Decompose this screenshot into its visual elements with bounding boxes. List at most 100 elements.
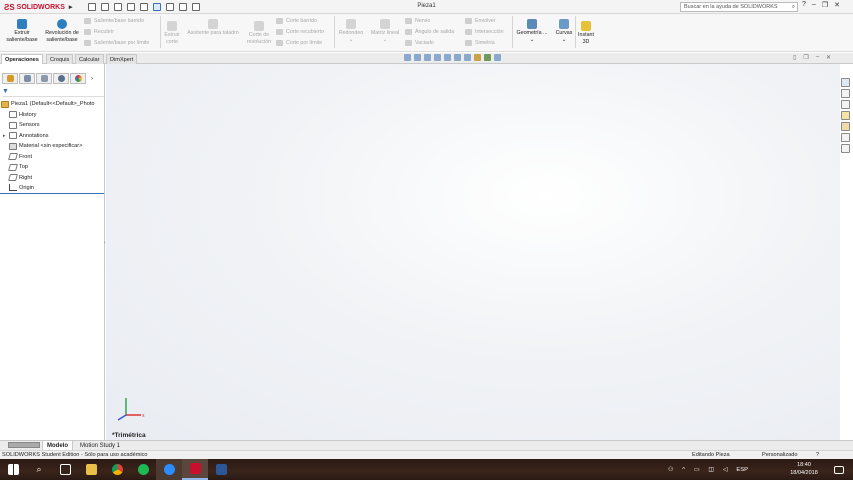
help-button[interactable]: ? — [802, 1, 806, 9]
close-button[interactable]: ✕ — [834, 1, 840, 9]
tree-root[interactable]: Pieza1 (Default<<Default>_Photo — [0, 99, 104, 110]
view-orientation-icon[interactable] — [444, 54, 451, 61]
tree-item-front-plane[interactable]: Front — [0, 152, 104, 163]
filter-icon[interactable]: ▼ — [2, 88, 9, 95]
graphics-area[interactable] — [106, 64, 840, 440]
rib-button[interactable]: Nervio — [405, 18, 430, 24]
tree-item-origin[interactable]: Origin — [0, 183, 104, 194]
origin-icon — [9, 184, 17, 192]
file-explorer-button[interactable] — [78, 459, 104, 480]
network-icon[interactable]: ◫ — [708, 467, 713, 473]
volume-icon[interactable]: ◁ — [723, 467, 727, 473]
help-search-input[interactable]: Buscar en la ayuda de SOLIDWORKS ⌕ — [680, 2, 798, 12]
section-view-icon[interactable] — [434, 54, 441, 61]
zoom-to-fit-icon[interactable] — [404, 54, 411, 61]
tree-item-top-plane[interactable]: Top — [0, 162, 104, 173]
tree-filter[interactable]: ▼ — [2, 88, 104, 97]
boundary-cut-button[interactable]: Corte por límite — [276, 40, 322, 46]
revolved-cut-button[interactable]: Corte de revolución — [244, 21, 274, 45]
wrap-button[interactable]: Envolver — [465, 18, 496, 24]
tab-dimxpert[interactable]: DimXpert — [106, 54, 138, 64]
minimize-button[interactable]: – — [812, 1, 816, 9]
swept-cut-button[interactable]: Corte barrido — [276, 18, 317, 24]
curves-button[interactable]: Curvas ⌄ — [552, 19, 576, 43]
hole-wizard-button[interactable]: Asistente para taladro — [184, 19, 242, 37]
property-icon — [23, 75, 31, 82]
restore-button[interactable]: ❐ — [822, 1, 828, 9]
word-button[interactable] — [208, 459, 234, 480]
file-explorer-icon[interactable] — [841, 111, 850, 120]
tab-croquis[interactable]: Croquis — [46, 54, 74, 64]
property-manager-tab[interactable] — [19, 73, 35, 84]
feature-manager-tab[interactable] — [2, 73, 18, 84]
previous-view-icon[interactable] — [424, 54, 431, 61]
action-center-button[interactable] — [826, 459, 852, 480]
teamviewer-button[interactable] — [156, 459, 182, 480]
display-style-icon[interactable] — [454, 54, 461, 61]
edit-appearance-icon[interactable] — [474, 54, 481, 61]
divider — [334, 16, 335, 48]
spotify-button[interactable] — [130, 459, 156, 480]
fillet-button[interactable]: Redondeo ⌄ — [336, 19, 366, 43]
lofted-cut-button[interactable]: Corte recubierto — [276, 29, 324, 35]
tree-item-material[interactable]: Material <sin especificar> — [0, 141, 104, 152]
task-view-button[interactable] — [52, 459, 78, 480]
clock-time: 18:40 — [797, 462, 811, 468]
zoom-to-area-icon[interactable] — [414, 54, 421, 61]
extruded-cut-button[interactable]: Extruir corte — [162, 21, 182, 45]
solidworks-forum-icon[interactable] — [841, 144, 850, 153]
swept-boss-button[interactable]: Saliente/base barrido — [84, 18, 144, 24]
minimize-view-icon[interactable]: – — [816, 54, 819, 61]
tab-operaciones[interactable]: Operaciones — [1, 54, 43, 64]
instant3d-icon — [581, 21, 591, 31]
extrude-boss-button[interactable]: Extruir saliente/base — [4, 19, 40, 43]
shell-button[interactable]: Vaciado — [405, 40, 434, 46]
revolve-boss-button[interactable]: Revolución de saliente/base — [42, 19, 82, 43]
display-manager-tab[interactable] — [70, 73, 86, 84]
configuration-manager-tab[interactable] — [36, 73, 52, 84]
mirror-icon — [465, 40, 472, 46]
tab-calcular[interactable]: Calcular — [75, 54, 104, 64]
revolve-boss-label: Revolución de saliente/base — [45, 30, 79, 43]
resources-icon[interactable] — [841, 89, 850, 98]
design-library-icon[interactable] — [841, 100, 850, 109]
close-view-icon[interactable]: ✕ — [826, 54, 831, 61]
language-indicator[interactable]: ESP — [736, 467, 748, 473]
apply-scene-icon[interactable] — [484, 54, 491, 61]
horizontal-scrollbar[interactable] — [8, 442, 40, 448]
battery-icon[interactable]: ▭ — [694, 467, 699, 473]
home-icon[interactable] — [841, 78, 850, 87]
boundary-boss-button[interactable]: Saliente/base por límite — [84, 40, 149, 46]
view-settings-icon[interactable] — [494, 54, 501, 61]
show-hidden-icons[interactable]: ^ — [682, 467, 685, 473]
linear-pattern-button[interactable]: Matriz lineal ⌄ — [368, 19, 402, 43]
more-tabs-icon[interactable]: › — [87, 73, 97, 84]
plane-icon — [8, 163, 18, 171]
restore-view-icon[interactable]: ❐ — [803, 54, 808, 61]
search-button[interactable]: ⌕ — [26, 459, 52, 480]
chrome-button[interactable] — [104, 459, 130, 480]
expand-arrow-icon[interactable]: ▸ — [3, 133, 8, 139]
solidworks-taskbar-button[interactable] — [182, 459, 208, 480]
reference-geometry-button[interactable]: Geometría ... ⌄ — [514, 19, 550, 43]
tree-item-sensors[interactable]: Sensors — [0, 120, 104, 131]
tree-item-right-plane[interactable]: Right — [0, 173, 104, 184]
split-view-icon[interactable]: ▯ — [793, 54, 796, 61]
appearances-icon[interactable] — [841, 122, 850, 131]
tree-item-annotations[interactable]: ▸ Annotations — [0, 131, 104, 142]
dimxpert-manager-tab[interactable] — [53, 73, 69, 84]
search-icon[interactable]: ⌕ — [792, 4, 795, 11]
rib-icon — [405, 18, 412, 24]
people-icon[interactable]: ⚇ — [668, 467, 673, 473]
hide-show-items-icon[interactable] — [464, 54, 471, 61]
start-button[interactable] — [0, 459, 26, 480]
intersect-button[interactable]: Intersección — [465, 29, 504, 35]
mirror-button[interactable]: Simetría — [465, 40, 495, 46]
boundary-cut-icon — [276, 40, 283, 46]
tree-item-history[interactable]: History — [0, 110, 104, 121]
draft-button[interactable]: Ángulo de salida — [405, 29, 454, 35]
custom-properties-icon[interactable] — [841, 133, 850, 142]
clock[interactable]: 18:40 18/04/2018 — [786, 461, 822, 477]
instant3d-button[interactable]: Instant 3D — [576, 21, 596, 45]
lofted-boss-button[interactable]: Recubrir — [84, 29, 114, 35]
